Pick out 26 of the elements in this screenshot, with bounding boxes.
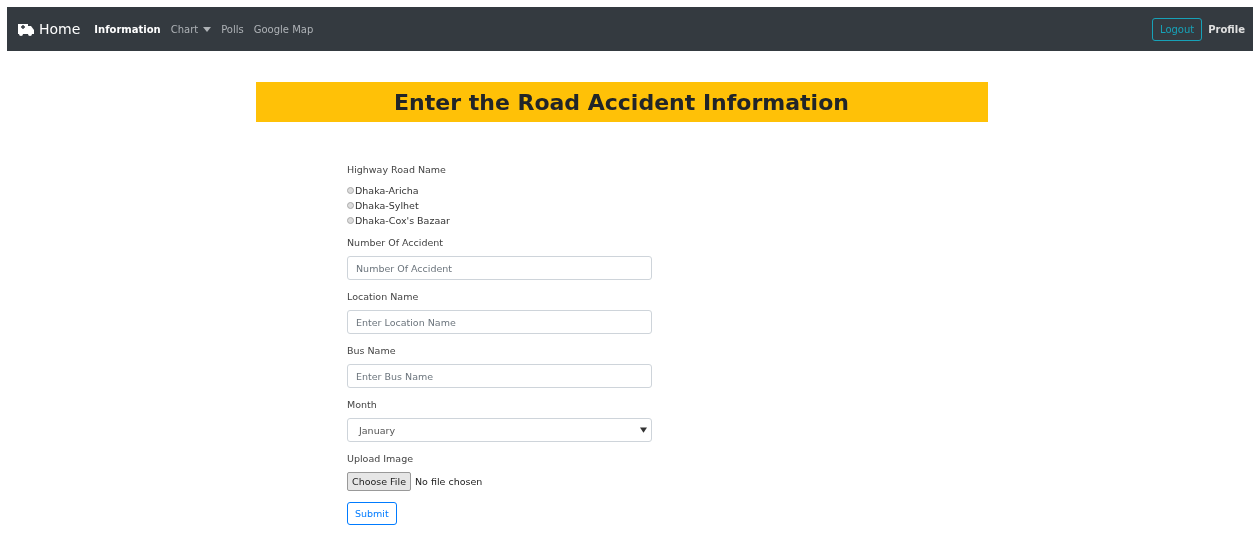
choose-file-button[interactable]: Choose File xyxy=(347,472,411,491)
field-label: Number Of Accident xyxy=(347,237,444,249)
home-link[interactable]: Home xyxy=(17,21,81,37)
field-label: Location Name xyxy=(347,291,419,303)
caret-icon xyxy=(640,427,647,433)
input-field[interactable]: Enter Location Name xyxy=(347,310,652,334)
logout-button[interactable]: Logout xyxy=(1152,17,1203,41)
radio-option[interactable]: Dhaka-Cox's Bazaar xyxy=(347,213,450,228)
field-label: Month xyxy=(347,399,377,411)
radio-option[interactable]: Dhaka-Aricha xyxy=(347,183,450,198)
radio-option[interactable]: Dhaka-Sylhet xyxy=(347,198,450,213)
page-heading: Enter the Road Accident Information xyxy=(255,82,988,122)
ambulance-icon xyxy=(17,22,35,36)
field-label: Upload Image xyxy=(347,453,414,465)
nav-link[interactable]: Chart xyxy=(170,23,212,35)
input-field[interactable]: Number Of Accident xyxy=(347,256,652,280)
submit-button[interactable]: Submit xyxy=(347,502,397,525)
field-label: Bus Name xyxy=(347,345,396,357)
nav-link[interactable]: Polls xyxy=(221,23,244,35)
input-field[interactable]: Enter Bus Name xyxy=(347,364,652,388)
month-select[interactable]: January xyxy=(347,418,652,442)
nav-link[interactable]: Google Map xyxy=(253,23,314,35)
file-status: No file chosen xyxy=(415,476,483,487)
nav-link[interactable]: Information xyxy=(94,23,161,35)
field-label: Highway Road Name xyxy=(347,164,446,176)
profile-link[interactable]: Profile xyxy=(1208,23,1245,35)
